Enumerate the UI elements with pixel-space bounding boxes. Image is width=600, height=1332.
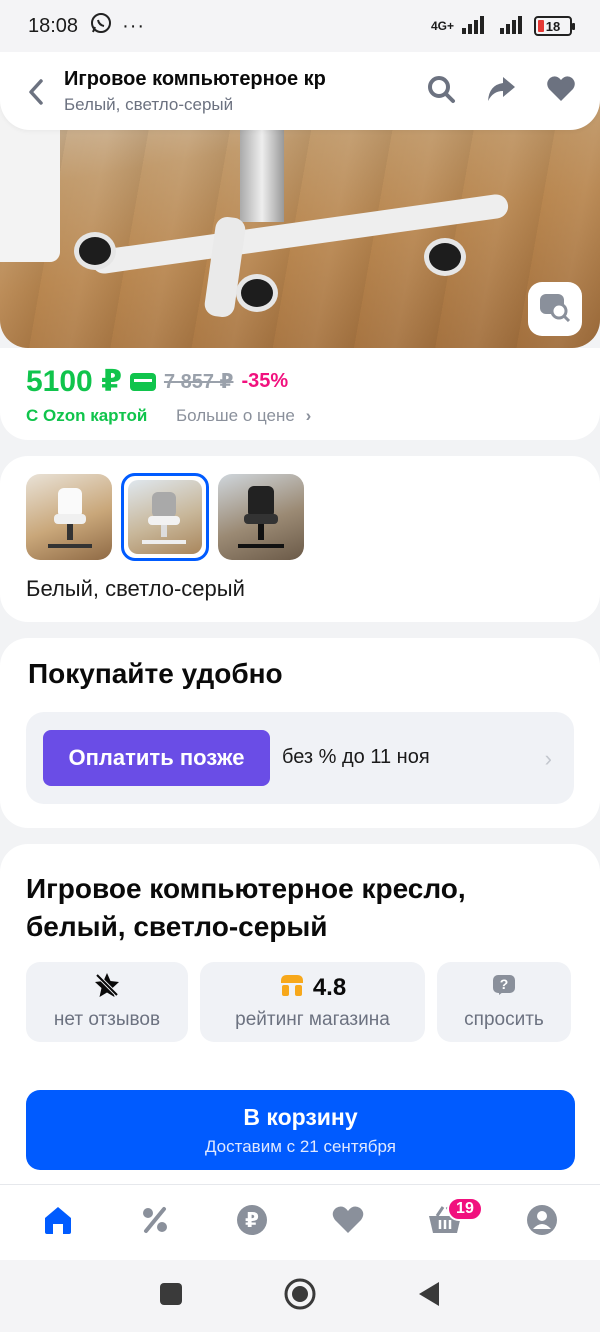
ask-question-chip[interactable]: ? спросить <box>437 962 571 1042</box>
status-time: 18:08 <box>28 14 79 37</box>
search-icon[interactable] <box>426 74 456 109</box>
back-arrow-icon[interactable] <box>26 78 46 111</box>
reviews-label: нет отзывов <box>53 1009 161 1030</box>
ozon-card-label: С Ozon картой <box>26 406 148 425</box>
variant-thumb-1[interactable] <box>26 474 112 560</box>
variant-thumb-3[interactable] <box>218 474 304 560</box>
home-circle-icon[interactable] <box>283 1277 317 1316</box>
profile-icon <box>526 1204 558 1241</box>
pay-later-row[interactable]: Оплатить позже без % до 11 ноя › <box>26 712 574 804</box>
question-icon: ? <box>491 973 517 1004</box>
product-header: Игровое компьютерное кр Белый, светло-се… <box>0 52 600 130</box>
image-search-icon <box>539 292 571 327</box>
battery-icon: 18 <box>534 16 575 36</box>
svg-text:₽: ₽ <box>245 1208 259 1232</box>
nav-profile[interactable] <box>512 1193 572 1253</box>
delivery-date-text: Доставим с 21 сентября <box>204 1136 397 1156</box>
price-old: 7 857 ₽ <box>163 371 234 393</box>
more-price-label: Больше о цене <box>176 406 295 425</box>
more-dots-icon: ··· <box>122 14 146 37</box>
price-card: 5100 ₽ 7 857 ₽ -35% С Ozon картой Больше… <box>0 348 600 440</box>
store-rating-label: рейтинг магазина <box>235 1009 390 1030</box>
nav-discounts[interactable] <box>125 1193 185 1253</box>
price-current: 5100 ₽ <box>26 365 122 398</box>
ask-label: спросить <box>464 1009 544 1030</box>
status-bar: 18:08 ··· 4G+ 18 <box>0 0 600 52</box>
variant-selected-label: Белый, светло-серый <box>26 576 245 601</box>
home-icon <box>42 1205 74 1240</box>
variant-thumb-2-selected[interactable] <box>121 473 209 561</box>
store-rating-value: 4.8 <box>312 974 347 1001</box>
pay-later-text: без % до 11 ноя <box>282 746 430 768</box>
store-rating-chip[interactable]: 4.8 рейтинг магазина <box>200 962 425 1042</box>
favorites-icon <box>331 1205 365 1240</box>
recent-apps-icon[interactable] <box>159 1282 183 1311</box>
chevron-right-icon: › <box>544 746 552 771</box>
back-triangle-icon[interactable] <box>417 1280 441 1313</box>
share-icon[interactable] <box>486 75 516 108</box>
add-to-cart-label: В корзину <box>243 1103 358 1130</box>
chevron-right-icon: › <box>305 406 312 425</box>
image-search-button[interactable] <box>528 282 582 336</box>
nav-finance[interactable]: ₽ <box>222 1193 282 1253</box>
product-title: Игровое компьютерное кресло, белый, свет… <box>26 873 466 942</box>
signal-icon-2 <box>500 15 526 37</box>
add-to-cart-button[interactable]: В корзину Доставим с 21 сентября <box>26 1090 575 1170</box>
star-off-icon <box>93 971 121 1006</box>
bottom-navigation: ₽ 19 <box>0 1184 600 1260</box>
pay-later-button[interactable]: Оплатить позже <box>43 730 270 786</box>
header-title: Игровое компьютерное кр <box>64 67 326 90</box>
discount-badge: -35% <box>241 370 289 392</box>
network-type: 4G+ <box>430 19 454 33</box>
product-info-card: Игровое компьютерное кресло, белый, свет… <box>0 844 600 1184</box>
ozon-card-icon <box>129 372 156 391</box>
variant-card: Белый, светло-серый <box>0 456 600 622</box>
whatsapp-icon <box>90 12 112 40</box>
nav-home[interactable] <box>28 1193 88 1253</box>
buy-title: Покупайте удобно <box>28 658 283 689</box>
svg-text:?: ? <box>500 976 509 992</box>
nav-favorites[interactable] <box>318 1193 378 1253</box>
store-icon <box>279 973 305 1004</box>
header-subtitle: Белый, светло-серый <box>64 94 234 114</box>
signal-icon <box>462 15 492 37</box>
cart-count-badge: 19 <box>446 1196 483 1221</box>
buy-conveniently-card: Покупайте удобно Оплатить позже без % до… <box>0 638 600 828</box>
discount-icon <box>140 1205 170 1240</box>
more-price-link[interactable]: Больше о цене › <box>176 406 311 426</box>
battery-level: 18 <box>545 18 561 34</box>
reviews-chip[interactable]: нет отзывов <box>26 962 188 1042</box>
system-navigation <box>0 1260 600 1332</box>
heart-icon[interactable] <box>546 75 576 108</box>
ruble-icon: ₽ <box>236 1204 268 1241</box>
nav-cart[interactable]: 19 <box>415 1193 483 1253</box>
